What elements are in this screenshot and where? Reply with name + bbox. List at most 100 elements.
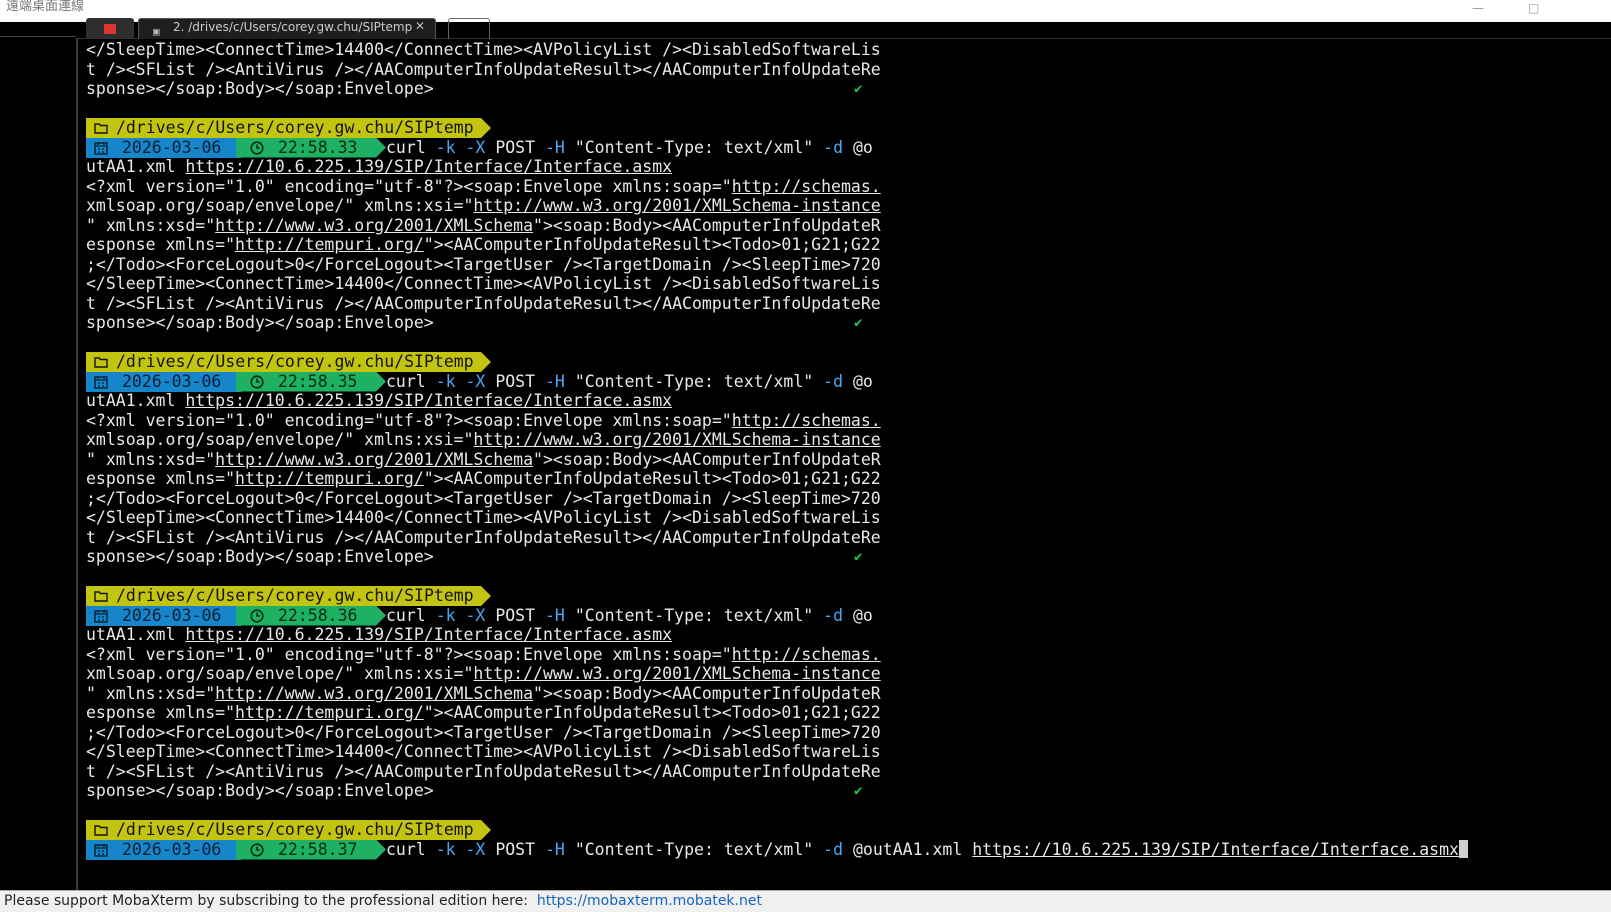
folder-icon (94, 823, 108, 837)
success-check-icon: ✔ (854, 315, 863, 331)
prompt-path: /drives/c/Users/corey.gw.chu/SIPtemp (116, 352, 474, 371)
tab-terminal-session[interactable]: ▣ 2. /drives/c/Users/corey.gw.chu/SIPtem… (138, 18, 436, 39)
output-line: t /><SFList /><AntiVirus /></AAComputerI… (86, 293, 881, 313)
prompt-path: /drives/c/Users/corey.gw.chu/SIPtemp (116, 820, 474, 839)
command-line-wrap: utAA1.xml https://10.6.225.139/SIP/Inter… (86, 625, 673, 644)
output-line: " xmlns:xsd="http://www.w3.org/2001/XMLS… (86, 449, 881, 469)
output-line: </SleepTime><ConnectTime>14400</ConnectT… (86, 40, 881, 59)
prompt-time: 22:58.35 (278, 371, 358, 391)
prompt-path-segment: /drives/c/Users/corey.gw.chu/SIPtemp (86, 820, 491, 840)
prompt-date: 2026-03-06 (122, 605, 222, 625)
output-line: " xmlns:xsd="http://www.w3.org/2001/XMLS… (86, 683, 881, 703)
output-line: esponse xmlns="http://tempuri.org/"><AAC… (86, 469, 881, 488)
output-line: <?xml version="1.0" encoding="utf-8"?><s… (86, 176, 881, 196)
support-message: Please support MobaXterm by subscribing … (4, 893, 762, 909)
output-line: " xmlns:xsd="http://www.w3.org/2001/XMLS… (86, 215, 881, 235)
output-line: sponse></soap:Body></soap:Envelope> (86, 313, 434, 332)
endpoint-link[interactable]: https://10.6.225.139/SIP/Interface/Inter… (185, 625, 672, 644)
prompt-path-segment: /drives/c/Users/corey.gw.chu/SIPtemp (86, 352, 491, 372)
terminal-output[interactable]: </SleepTime><ConnectTime>14400</ConnectT… (86, 40, 1606, 890)
left-sidebar-pane (0, 38, 78, 890)
schema-link[interactable]: http://schemas. (732, 411, 881, 430)
prompt-time: 22:58.36 (278, 605, 358, 625)
folder-icon (94, 121, 108, 135)
prompt-time-segment: 22:58.37 (236, 840, 386, 860)
schema-link[interactable]: http://www.w3.org/2001/XMLSchema-instanc… (473, 664, 880, 683)
schema-link[interactable]: http://schemas. (732, 177, 881, 196)
command-line: curl -k -X POST -H "Content-Type: text/x… (386, 371, 873, 391)
command-line: curl -k -X POST -H "Content-Type: text/x… (386, 137, 873, 157)
namespace-link[interactable]: http://tempuri.org/ (235, 469, 424, 488)
output-line: <?xml version="1.0" encoding="utf-8"?><s… (86, 410, 881, 430)
tab-label: 2. /drives/c/Users/corey.gw.chu/SIPtemp (173, 20, 413, 34)
prompt-date: 2026-03-06 (122, 839, 222, 859)
command-input-line[interactable]: curl -k -X POST -H "Content-Type: text/x… (386, 839, 1468, 860)
folder-icon (94, 589, 108, 603)
command-line: curl -k -X POST -H "Content-Type: text/x… (386, 605, 873, 625)
output-line: ;</Todo><ForceLogout>0</ForceLogout><Tar… (86, 488, 881, 508)
schema-link[interactable]: http://www.w3.org/2001/XMLSchema (215, 684, 533, 703)
output-line: sponse></soap:Body></soap:Envelope> (86, 79, 434, 98)
prompt-path-segment: /drives/c/Users/corey.gw.chu/SIPtemp (86, 586, 491, 606)
success-check-icon: ✔ (854, 81, 863, 97)
command-line-wrap: utAA1.xml https://10.6.225.139/SIP/Inter… (86, 391, 673, 410)
output-line: t /><SFList /><AntiVirus /></AAComputerI… (86, 59, 881, 79)
prompt-date-segment: 2026-03-06 (86, 839, 241, 860)
home-tab[interactable] (86, 18, 134, 38)
output-line: t /><SFList /><AntiVirus /></AAComputerI… (86, 527, 881, 547)
clock-icon (250, 609, 264, 623)
window-title: 遠端桌面連線 (6, 0, 85, 14)
prompt-date: 2026-03-06 (122, 137, 222, 157)
output-line: sponse></soap:Body></soap:Envelope> (86, 781, 434, 800)
prompt-time: 22:58.37 (278, 839, 358, 859)
text-cursor (1458, 839, 1468, 858)
clock-icon (250, 843, 264, 857)
mobaxterm-link[interactable]: https://mobaxterm.mobatek.net (537, 893, 762, 909)
prompt-date-segment: 2026-03-06 (86, 371, 241, 392)
endpoint-link[interactable]: https://10.6.225.139/SIP/Interface/Inter… (185, 391, 672, 410)
maximize-button[interactable]: □ (1528, 1, 1539, 15)
clock-icon (250, 141, 264, 155)
calendar-icon (94, 843, 108, 857)
output-line: xmlsoap.org/soap/envelope/" xmlns:xsi="h… (86, 664, 881, 683)
prompt-time: 22:58.33 (278, 137, 358, 157)
sidebar-tab-strip (0, 22, 76, 37)
schema-link[interactable]: http://www.w3.org/2001/XMLSchema (215, 450, 533, 469)
prompt-date-segment: 2026-03-06 (86, 137, 241, 158)
output-line: sponse></soap:Body></soap:Envelope> (86, 547, 434, 566)
status-bar: Please support MobaXterm by subscribing … (0, 890, 1611, 912)
namespace-link[interactable]: http://tempuri.org/ (235, 703, 424, 722)
namespace-link[interactable]: http://tempuri.org/ (235, 235, 424, 254)
endpoint-link[interactable]: https://10.6.225.139/SIP/Interface/Inter… (972, 840, 1459, 859)
prompt-time-segment: 22:58.36 (236, 606, 386, 626)
prompt-date: 2026-03-06 (122, 371, 222, 391)
minimize-button[interactable]: — (1472, 1, 1484, 15)
output-line: esponse xmlns="http://tempuri.org/"><AAC… (86, 235, 881, 254)
output-line: xmlsoap.org/soap/envelope/" xmlns:xsi="h… (86, 430, 881, 449)
output-line: ;</Todo><ForceLogout>0</ForceLogout><Tar… (86, 722, 881, 742)
prompt-path: /drives/c/Users/corey.gw.chu/SIPtemp (116, 586, 474, 605)
output-line: </SleepTime><ConnectTime>14400</ConnectT… (86, 508, 881, 527)
terminal-icon: ▣ (153, 25, 160, 38)
calendar-icon (94, 141, 108, 155)
success-check-icon: ✔ (854, 549, 863, 565)
close-tab-icon[interactable]: ✕ (415, 19, 425, 33)
prompt-time-segment: 22:58.35 (236, 372, 386, 392)
output-line: xmlsoap.org/soap/envelope/" xmlns:xsi="h… (86, 196, 881, 215)
output-line: </SleepTime><ConnectTime>14400</ConnectT… (86, 742, 881, 761)
home-icon (104, 24, 116, 34)
output-line: esponse xmlns="http://tempuri.org/"><AAC… (86, 703, 881, 722)
schema-link[interactable]: http://www.w3.org/2001/XMLSchema-instanc… (473, 196, 880, 215)
prompt-time-segment: 22:58.33 (236, 138, 386, 158)
new-tab-button[interactable] (448, 18, 490, 39)
schema-link[interactable]: http://www.w3.org/2001/XMLSchema-instanc… (473, 430, 880, 449)
schema-link[interactable]: http://schemas. (732, 645, 881, 664)
folder-icon (94, 355, 108, 369)
output-line: t /><SFList /><AntiVirus /></AAComputerI… (86, 761, 881, 781)
prompt-path: /drives/c/Users/corey.gw.chu/SIPtemp (116, 118, 474, 137)
endpoint-link[interactable]: https://10.6.225.139/SIP/Interface/Inter… (185, 157, 672, 176)
output-line: </SleepTime><ConnectTime>14400</ConnectT… (86, 274, 881, 293)
prompt-date-segment: 2026-03-06 (86, 605, 241, 626)
schema-link[interactable]: http://www.w3.org/2001/XMLSchema (215, 216, 533, 235)
output-line: <?xml version="1.0" encoding="utf-8"?><s… (86, 644, 881, 664)
